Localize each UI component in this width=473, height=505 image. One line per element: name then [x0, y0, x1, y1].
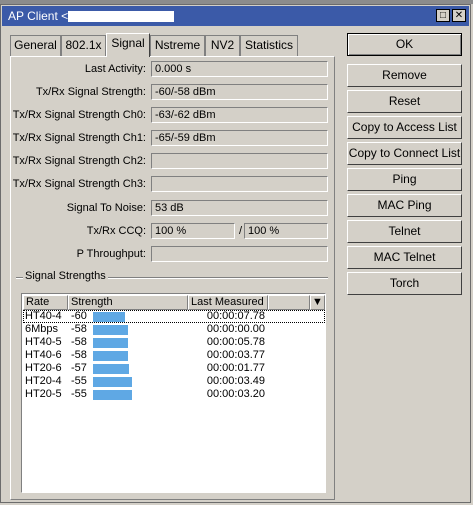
- table-row[interactable]: HT20-6 -57 00:00:01.77: [23, 362, 325, 375]
- strength-cell: -57: [71, 362, 87, 374]
- ccq-rx-field: 100 %: [244, 223, 328, 239]
- tab-802-1x[interactable]: 802.1x: [61, 35, 106, 56]
- strength-cell: -58: [71, 323, 87, 335]
- last-measured-cell: 00:00:05.78: [206, 336, 265, 348]
- ch3-field: [151, 176, 328, 192]
- ping-button[interactable]: Ping: [347, 168, 462, 191]
- ch0-field: -63/-62 dBm: [151, 107, 328, 123]
- last-activity-field: 0.000 s: [151, 61, 328, 77]
- strength-cell: -58: [71, 336, 87, 348]
- ch3-label: Tx/Rx Signal Strength Ch3:: [12, 178, 146, 190]
- table-row[interactable]: HT40-5 -58 00:00:05.78: [23, 336, 325, 349]
- signal-strengths-table[interactable]: Rate Strength Last Measured ▼ HT40-4 -60 0…: [21, 293, 326, 493]
- rate-cell: HT40-5: [25, 336, 62, 348]
- ap-client-window: AP Client < □ ✕ General 802.1x Signal Ns…: [0, 4, 471, 503]
- column-menu-chevron-down-icon[interactable]: ▼: [310, 295, 325, 310]
- rate-cell: HT20-5: [25, 388, 62, 400]
- ccq-label: Tx/Rx CCQ:: [86, 225, 146, 237]
- ccq-tx-field: 100 %: [151, 223, 235, 239]
- maximize-icon[interactable]: □: [436, 9, 450, 22]
- table-row[interactable]: HT20-5 -55 00:00:03.20: [23, 388, 325, 401]
- close-icon[interactable]: ✕: [452, 9, 466, 22]
- title-bar[interactable]: AP Client < □ ✕: [2, 6, 469, 26]
- last-measured-cell: 00:00:07.78: [206, 310, 265, 322]
- column-empty: [268, 295, 310, 310]
- tab-general[interactable]: General: [10, 35, 61, 56]
- telnet-button[interactable]: Telnet: [347, 220, 462, 243]
- strength-bar: [93, 364, 129, 374]
- table-header: Rate Strength Last Measured ▼: [23, 295, 325, 310]
- strength-cell: -58: [71, 349, 87, 361]
- tx-rx-signal-field: -60/-58 dBm: [151, 84, 328, 100]
- ch2-field: [151, 153, 328, 169]
- strength-bar: [93, 390, 132, 400]
- tab-statistics[interactable]: Statistics: [240, 35, 298, 56]
- mac-ping-button[interactable]: MAC Ping: [347, 194, 462, 217]
- tab-nstreme[interactable]: Nstreme: [150, 35, 205, 56]
- tab-nv2[interactable]: NV2: [205, 35, 240, 56]
- strength-bar: [93, 325, 128, 335]
- rate-cell: HT20-4: [25, 375, 62, 387]
- snr-label: Signal To Noise:: [66, 202, 146, 214]
- mac-telnet-button[interactable]: MAC Telnet: [347, 246, 462, 269]
- last-measured-cell: 00:00:03.20: [206, 388, 265, 400]
- window-title: AP Client <: [8, 9, 69, 23]
- rate-cell: HT20-6: [25, 362, 62, 374]
- last-measured-cell: 00:00:03.49: [206, 375, 265, 387]
- copy-to-access-list-button[interactable]: Copy to Access List: [347, 116, 462, 139]
- ccq-separator: /: [239, 225, 243, 237]
- remove-button[interactable]: Remove: [347, 64, 462, 87]
- strength-cell: -55: [71, 388, 87, 400]
- table-row[interactable]: 6Mbps -58 00:00:00.00: [23, 323, 325, 336]
- last-measured-cell: 00:00:00.00: [206, 323, 265, 335]
- column-strength[interactable]: Strength: [68, 295, 188, 310]
- reset-button[interactable]: Reset: [347, 90, 462, 113]
- snr-field: 53 dB: [151, 200, 328, 216]
- strength-cell: -60: [71, 310, 87, 322]
- table-row[interactable]: HT40-4 -60 00:00:07.78: [23, 310, 325, 323]
- tab-signal[interactable]: Signal: [106, 33, 150, 57]
- ok-button[interactable]: OK: [347, 33, 462, 56]
- last-activity-label: Last Activity:: [84, 63, 146, 75]
- rate-cell: HT40-4: [25, 310, 62, 322]
- table-row[interactable]: HT40-6 -58 00:00:03.77: [23, 349, 325, 362]
- rate-cell: HT40-6: [25, 349, 62, 361]
- column-last-measured[interactable]: Last Measured: [188, 295, 268, 310]
- column-rate[interactable]: Rate: [23, 295, 68, 310]
- copy-to-connect-list-button[interactable]: Copy to Connect List: [347, 142, 462, 165]
- ch2-label: Tx/Rx Signal Strength Ch2:: [12, 155, 146, 167]
- ch1-field: -65/-59 dBm: [151, 130, 328, 146]
- rate-cell: 6Mbps: [25, 323, 59, 335]
- ch1-label: Tx/Rx Signal Strength Ch1:: [12, 132, 146, 144]
- last-measured-cell: 00:00:03.77: [206, 349, 265, 361]
- p-throughput-label: P Throughput:: [76, 248, 146, 260]
- torch-button[interactable]: Torch: [347, 272, 462, 295]
- ch0-label: Tx/Rx Signal Strength Ch0:: [12, 109, 146, 121]
- strength-bar: [93, 338, 128, 348]
- signal-strengths-group-label: Signal Strengths: [23, 270, 108, 282]
- strength-bar: [93, 377, 132, 387]
- strength-cell: -55: [71, 375, 87, 387]
- tx-rx-signal-label: Tx/Rx Signal Strength:: [35, 86, 146, 98]
- table-row[interactable]: HT20-4 -55 00:00:03.49: [23, 375, 325, 388]
- strength-bar: [93, 351, 128, 361]
- redacted-name: [68, 11, 174, 22]
- p-throughput-field: [151, 246, 328, 262]
- last-measured-cell: 00:00:01.77: [206, 362, 265, 374]
- strength-bar: [93, 312, 125, 322]
